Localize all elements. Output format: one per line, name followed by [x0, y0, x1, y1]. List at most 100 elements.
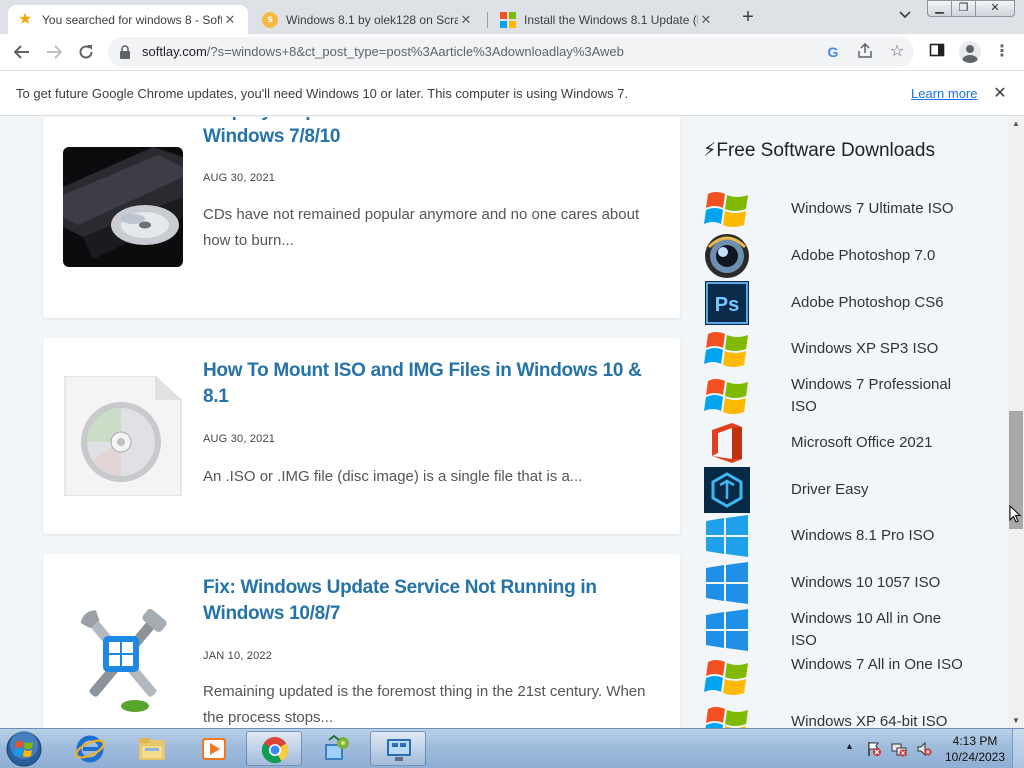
driver-easy-icon — [704, 467, 750, 513]
media-player-icon — [202, 738, 226, 760]
close-tab-icon[interactable]: ✕ — [698, 12, 714, 28]
scratch-icon: s — [262, 11, 278, 28]
sidebar-item-label: Windows 7 Ultimate ISO — [791, 200, 954, 217]
windows-xp-logo-icon — [705, 707, 748, 728]
laptop-cd-icon[interactable] — [63, 147, 183, 267]
taskbar-media-player[interactable] — [186, 731, 242, 766]
close-window-button[interactable]: ✕ — [975, 0, 1015, 17]
web-page: Step By Step Guide on How To Burn a CD /… — [0, 117, 1008, 728]
browser-toolbar: softlay.com/?s=windows+8&ct_post_type=po… — [0, 34, 1024, 70]
taskbar-remote-desktop[interactable] — [370, 731, 426, 766]
reload-button[interactable] — [72, 38, 100, 66]
sidebar-item-windows-xp-64[interactable]: Windows XP 64-bit ISO — [704, 701, 994, 728]
sidebar-item-label: Windows XP SP3 ISO — [791, 340, 939, 357]
tray-expand-icon[interactable]: ▲ — [845, 741, 854, 751]
post-title-link[interactable]: How To Mount ISO and IMG Files in Window… — [203, 358, 653, 410]
google-translate-icon[interactable]: G — [824, 43, 842, 61]
show-desktop-button[interactable] — [1012, 729, 1024, 768]
lock-icon[interactable] — [118, 44, 132, 60]
menu-kebab-icon[interactable]: ⋮ — [992, 42, 1012, 62]
sidebar-item-label: Adobe Photoshop CS6 — [791, 294, 944, 311]
clock-date: 10/24/2023 — [944, 750, 1006, 764]
post-title-link[interactable]: Step By Step Guide on How To Burn a CD /… — [203, 117, 653, 150]
sidebar-item-label: Windows 10 1057 ISO — [791, 574, 941, 591]
post-card: How To Mount ISO and IMG Files in Window… — [43, 338, 680, 534]
mouse-cursor-icon — [1009, 505, 1021, 523]
network-icon[interactable] — [891, 741, 907, 757]
learn-more-link[interactable]: Learn more — [911, 71, 977, 117]
sidebar-heading: ⚡Free Software Downloads — [703, 140, 935, 161]
taskbar-chrome[interactable] — [246, 731, 302, 766]
close-tab-icon[interactable]: ✕ — [222, 12, 238, 28]
taskbar-internet-explorer[interactable] — [62, 731, 118, 766]
free-downloads-sidebar: ⚡Free Software Downloads Windows 7 Ultim… — [700, 117, 1000, 728]
windows-xp-logo-icon — [704, 332, 748, 367]
close-infobar-icon[interactable]: ✕ — [990, 84, 1010, 104]
tab-title: Install the Windows 8.1 Update (KB291935… — [524, 12, 698, 27]
tab-softlay-search[interactable]: ★ You searched for windows 8 - Softlay ✕ — [8, 5, 248, 34]
tab-title: Windows 8.1 by olek128 on Scratch — [286, 12, 458, 27]
sidebar-item-windows-8-1-pro[interactable]: Windows 8.1 Pro ISO — [704, 513, 994, 559]
tab-title: You searched for windows 8 - Softlay — [42, 12, 222, 27]
sidebar-item-windows-10-aio[interactable]: Windows 10 All in One ISO — [704, 607, 994, 653]
windows-7-logo-icon — [704, 192, 748, 227]
sidebar-item-driver-easy[interactable]: Driver Easy — [704, 467, 994, 513]
tab-windows-update[interactable]: Install the Windows 8.1 Update (KB291935… — [490, 5, 724, 34]
tab-search-chevron-icon[interactable] — [896, 8, 914, 26]
sidebar-item-windows-7-aio[interactable]: Windows 7 All in One ISO — [704, 654, 994, 700]
post-date: AUG 30, 2021 — [203, 433, 276, 445]
sidebar-item-windows-7-professional[interactable]: Windows 7 Professional ISO — [704, 373, 994, 419]
url-text[interactable]: softlay.com/?s=windows+8&ct_post_type=po… — [142, 37, 624, 67]
volume-muted-icon[interactable] — [916, 741, 932, 757]
url-domain: softlay.com — [142, 44, 207, 59]
tab-divider — [487, 12, 488, 28]
file-explorer-icon — [139, 738, 165, 760]
windows-8-logo-icon — [706, 515, 748, 557]
windows-7-logo-icon — [704, 660, 748, 695]
infobar-message: To get future Google Chrome updates, you… — [16, 86, 629, 101]
chrome-icon — [261, 737, 289, 764]
sidebar-item-windows-10-1057[interactable]: Windows 10 1057 ISO — [704, 560, 994, 606]
side-panel-icon[interactable] — [927, 42, 947, 62]
disc-image-icon[interactable] — [63, 376, 183, 496]
installer-icon — [325, 734, 349, 760]
forward-button[interactable] — [40, 38, 68, 66]
sidebar-item-office-2021[interactable]: Microsoft Office 2021 — [704, 420, 994, 466]
windows-10-logo-icon — [706, 562, 748, 604]
sidebar-item-label: Windows 7 Professional ISO — [791, 376, 952, 415]
window-controls: ▁ ❐ ✕ — [927, 0, 1015, 17]
sidebar-item-photoshop-7[interactable]: Adobe Photoshop 7.0 — [704, 233, 994, 279]
office-icon — [712, 423, 742, 463]
taskbar-file-explorer[interactable] — [124, 731, 180, 766]
post-excerpt: Remaining updated is the foremost thing … — [203, 683, 646, 726]
scroll-down-arrow-icon[interactable]: ▼ — [1008, 714, 1024, 728]
post-title-link[interactable]: Fix: Windows Update Service Not Running … — [203, 575, 653, 627]
restore-button[interactable]: ❐ — [951, 0, 976, 17]
sidebar-item-windows-7-ultimate[interactable]: Windows 7 Ultimate ISO — [704, 186, 994, 232]
close-tab-icon[interactable]: ✕ — [458, 12, 474, 28]
sidebar-item-windows-xp-sp3[interactable]: Windows XP SP3 ISO — [704, 326, 994, 372]
taskbar-installer[interactable] — [308, 731, 364, 766]
scroll-up-arrow-icon[interactable]: ▲ — [1008, 117, 1024, 131]
address-bar[interactable]: softlay.com/?s=windows+8&ct_post_type=po… — [108, 37, 914, 67]
new-tab-button[interactable]: + — [736, 6, 760, 30]
minimize-button[interactable]: ▁ — [927, 0, 952, 17]
tools-windows-icon[interactable] — [63, 598, 183, 718]
share-icon[interactable] — [856, 42, 874, 61]
back-button[interactable] — [8, 38, 36, 66]
sidebar-item-label: Windows XP 64-bit ISO — [791, 713, 948, 728]
system-clock[interactable]: 4:13 PM 10/24/2023 — [940, 733, 1010, 765]
sidebar-item-photoshop-cs6[interactable]: Ps Adobe Photoshop CS6 — [704, 280, 994, 326]
update-infobar: To get future Google Chrome updates, you… — [0, 70, 1024, 116]
clock-time: 4:13 PM — [952, 734, 998, 748]
profile-avatar[interactable] — [959, 41, 981, 63]
start-button[interactable] — [4, 730, 44, 768]
sidebar-item-label: Driver Easy — [791, 481, 869, 498]
windows-taskbar: ▲ 4:13 PM 10/24/2023 — [0, 728, 1024, 768]
sidebar-item-label: Windows 10 All in One ISO — [791, 610, 942, 649]
tab-scratch[interactable]: s Windows 8.1 by olek128 on Scratch ✕ — [252, 5, 484, 34]
page-scrollbar[interactable]: ▲ ▼ — [1008, 117, 1024, 728]
action-center-flag-icon[interactable] — [866, 741, 882, 757]
post-date: JAN 10, 2022 — [203, 650, 273, 662]
bookmark-star-icon[interactable]: ☆ — [888, 43, 906, 61]
